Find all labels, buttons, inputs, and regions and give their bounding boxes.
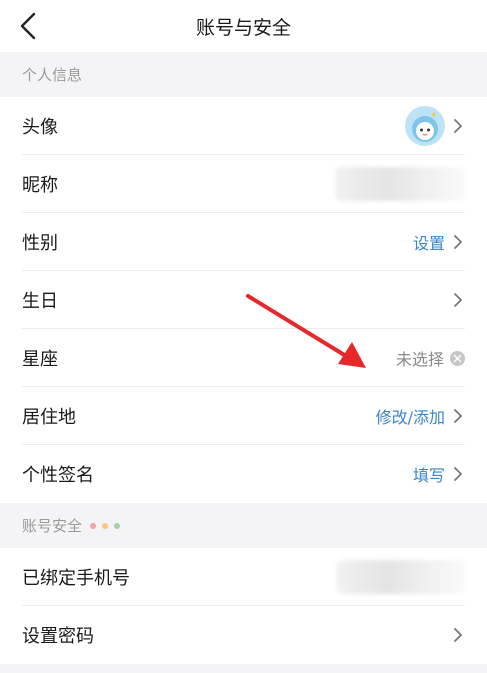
clear-icon[interactable] xyxy=(450,350,465,366)
row-nickname[interactable]: 昵称 xyxy=(0,155,487,213)
top-bar: 账号与安全 xyxy=(0,0,487,52)
row-label: 生日 xyxy=(22,291,58,312)
row-set-password[interactable]: 设置密码 xyxy=(0,606,487,664)
row-label: 昵称 xyxy=(22,175,58,196)
chevron-right-icon xyxy=(454,467,462,481)
row-label: 性别 xyxy=(22,233,58,254)
row-label: 居住地 xyxy=(22,407,76,428)
chevron-right-icon xyxy=(454,235,462,249)
dot xyxy=(90,522,97,529)
back-button[interactable] xyxy=(12,10,44,42)
row-label: 个性签名 xyxy=(22,465,94,486)
row-label: 设置密码 xyxy=(22,626,94,647)
row-avatar[interactable]: 头像 xyxy=(0,97,487,155)
dot xyxy=(102,522,109,529)
row-residence[interactable]: 居住地 修改/添加 xyxy=(0,387,487,445)
section-header-security: 账号安全 xyxy=(0,503,487,548)
blurred-phone-value xyxy=(337,560,465,594)
chevron-right-icon xyxy=(454,119,462,133)
signature-value: 填写 xyxy=(412,466,445,485)
dot xyxy=(114,522,121,529)
row-label: 头像 xyxy=(22,117,58,138)
avatar xyxy=(405,106,445,146)
section-label: 个人信息 xyxy=(22,66,83,84)
chevron-right-icon xyxy=(454,628,462,642)
section-header-personal: 个人信息 xyxy=(0,52,487,97)
section-dots xyxy=(90,522,121,529)
row-gender[interactable]: 性别 设置 xyxy=(0,213,487,271)
row-bound-phone[interactable]: 已绑定手机号 xyxy=(0,548,487,606)
row-birthday[interactable]: 生日 xyxy=(0,271,487,329)
chevron-right-icon xyxy=(454,409,462,423)
zodiac-value: 未选择 xyxy=(395,350,444,369)
chevron-right-icon xyxy=(454,293,462,307)
gender-value: 设置 xyxy=(412,234,445,253)
residence-value: 修改/添加 xyxy=(375,408,445,427)
row-label: 已绑定手机号 xyxy=(22,568,130,589)
chevron-left-icon xyxy=(20,12,36,40)
row-label: 星座 xyxy=(22,349,58,370)
section-label: 账号安全 xyxy=(22,517,83,535)
row-signature[interactable]: 个性签名 填写 xyxy=(0,445,487,503)
blurred-nickname-value xyxy=(335,167,465,201)
row-zodiac[interactable]: 星座 未选择 xyxy=(0,329,487,387)
page-title: 账号与安全 xyxy=(195,16,291,39)
account-security-page: 账号与安全 个人信息 头像 昵称 性别 设置 生日 星座 未选择 居住地 修改/… xyxy=(0,0,487,673)
